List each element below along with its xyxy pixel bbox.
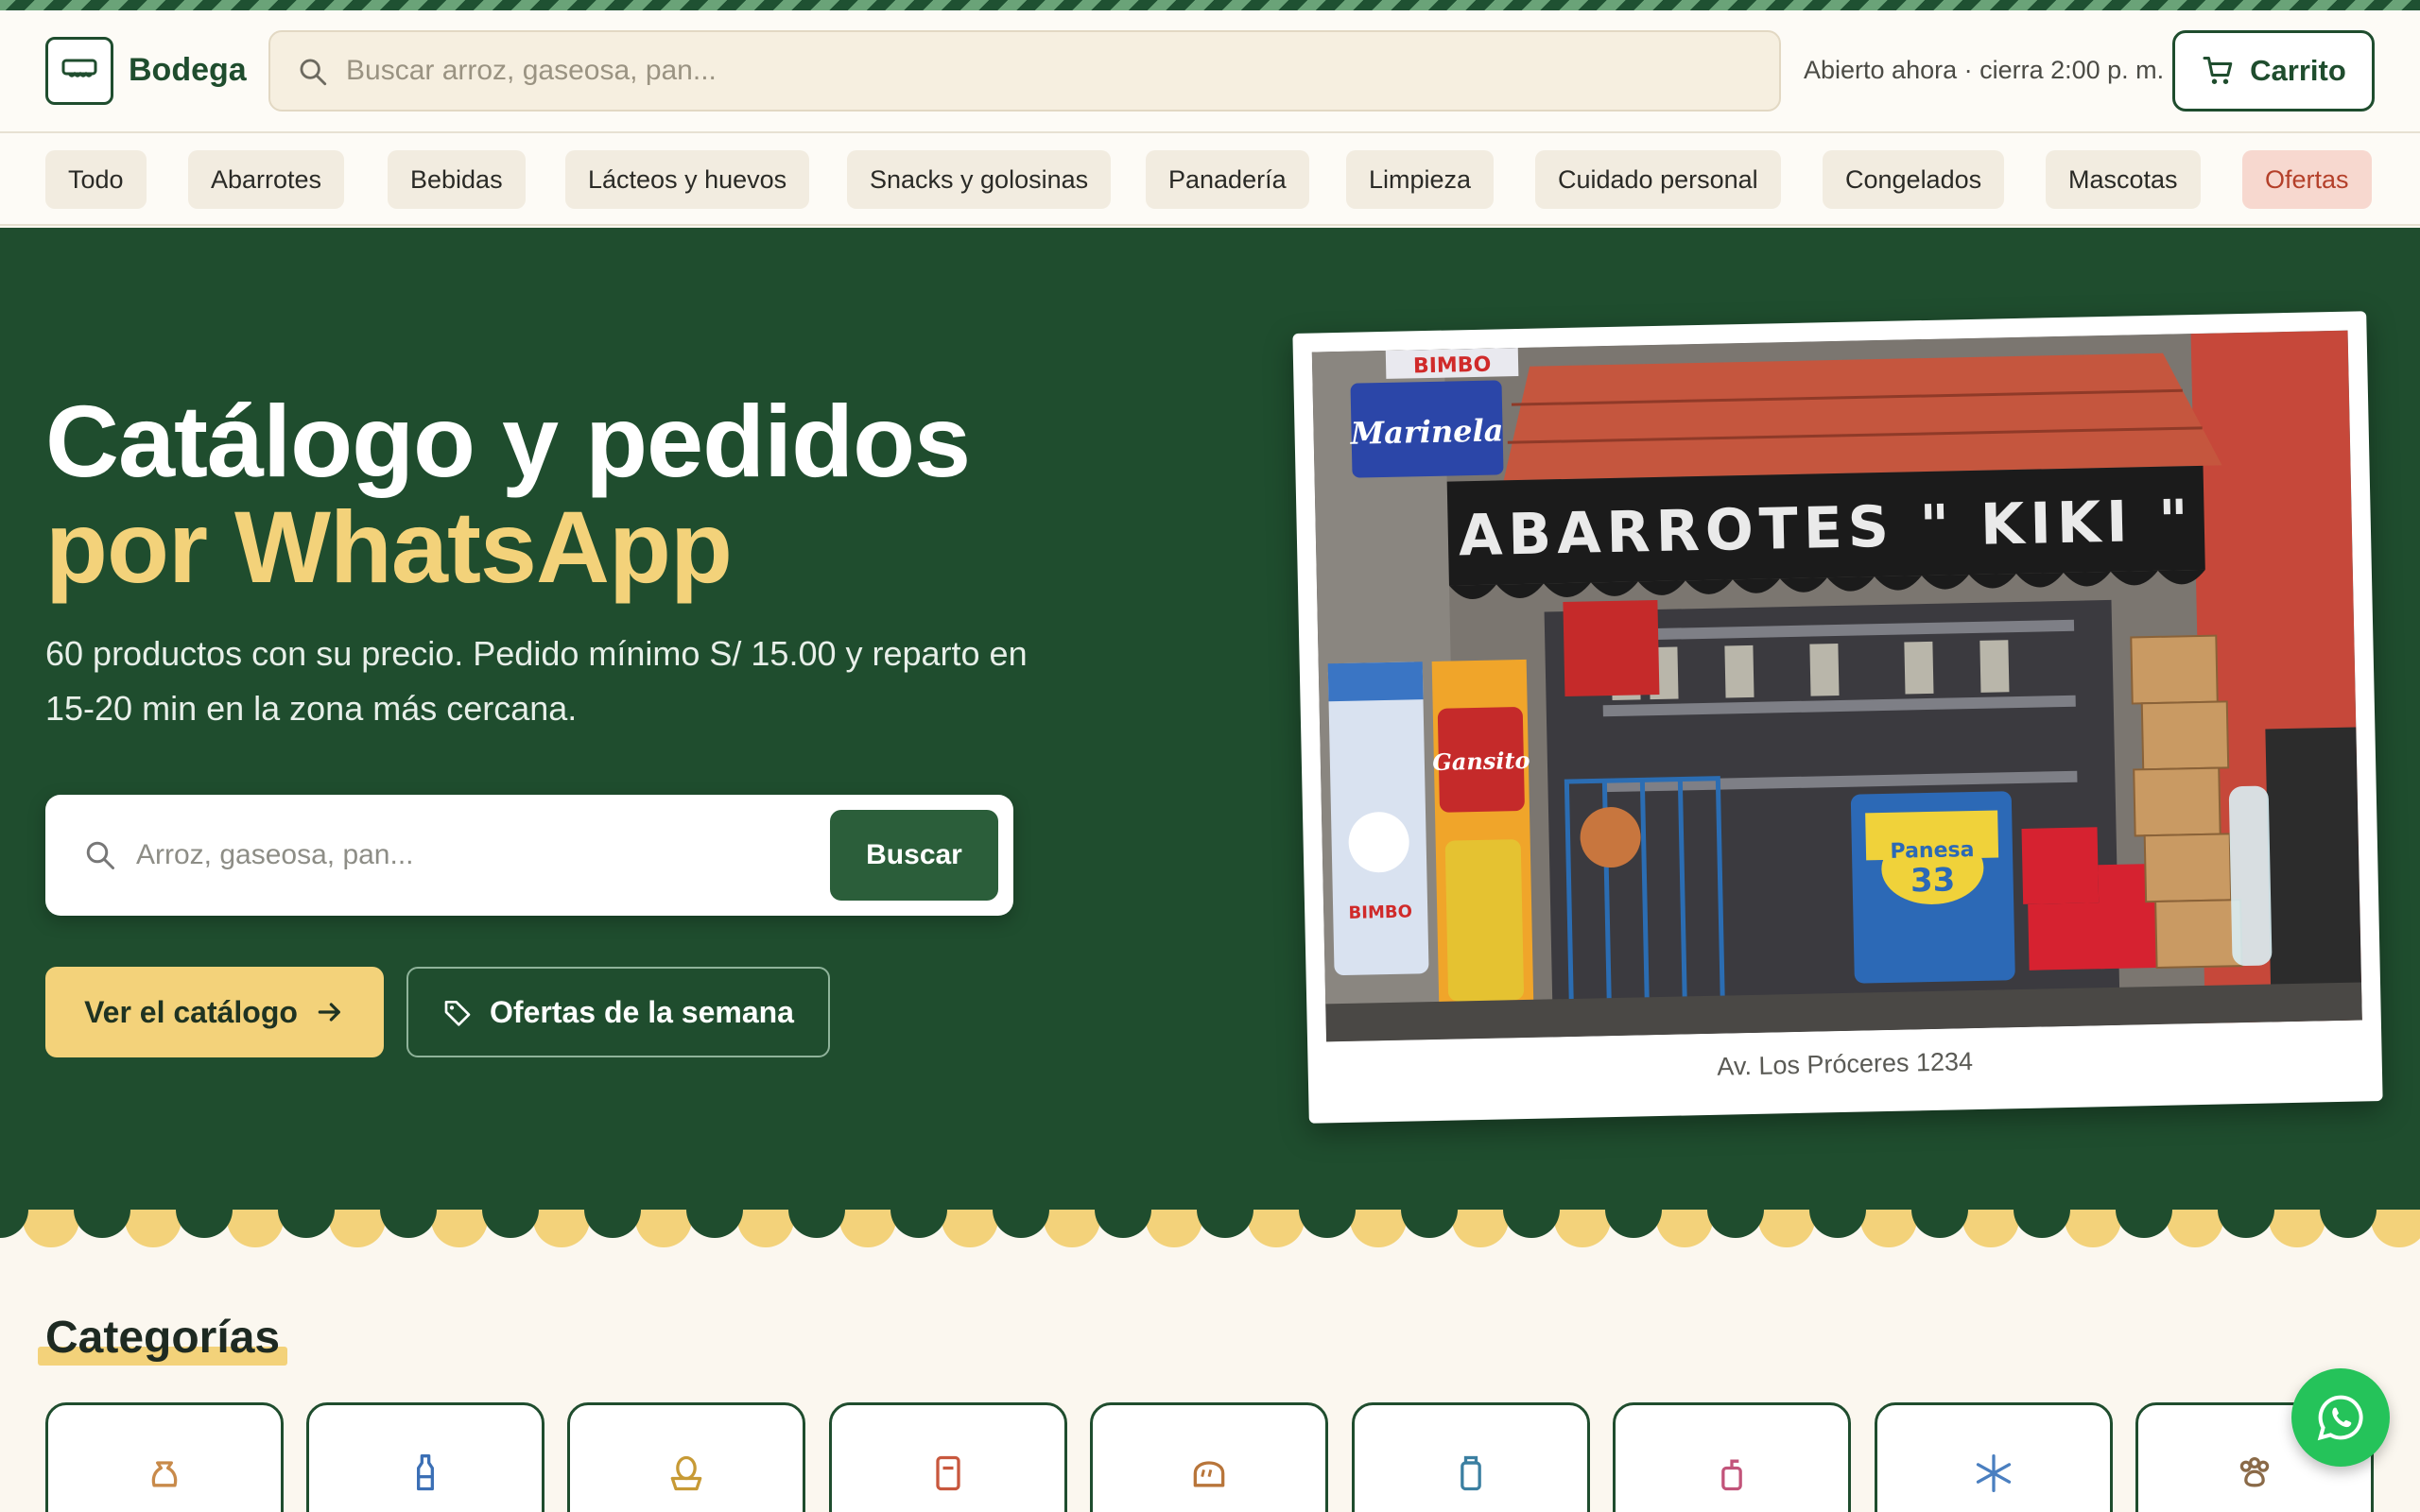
store-photo-card: ABARROTES " KIKI " Panesa 33 BIMBO Marin… xyxy=(1292,311,2383,1124)
hero-title: Catálogo y pedidos por WhatsApp xyxy=(45,388,971,604)
snowflake-icon xyxy=(1976,1454,2012,1492)
hero-title-line2: por WhatsApp xyxy=(45,490,733,604)
header-search[interactable] xyxy=(268,30,1781,112)
soap-dispenser-icon xyxy=(1721,1459,1742,1491)
hero-search[interactable]: Buscar xyxy=(45,795,1013,916)
site-header: Bodega Abierto ahora · cierra 2:00 p. m.… xyxy=(0,10,2420,133)
cart-label: Carrito xyxy=(2250,54,2346,87)
whatsapp-icon xyxy=(2317,1395,2363,1441)
sign-panesa-number: 33 xyxy=(1910,861,1956,900)
paw-icon xyxy=(2239,1456,2270,1487)
store-status: Abierto ahora · cierra 2:00 p. m. xyxy=(1804,56,2165,84)
whatsapp-circle[interactable] xyxy=(2291,1368,2390,1467)
hero-search-button[interactable]: Buscar xyxy=(830,810,998,901)
category-card-abarrotes[interactable] xyxy=(45,1402,284,1512)
tag-icon xyxy=(444,1001,471,1026)
weekly-offers-button[interactable]: Ofertas de la semana xyxy=(406,967,830,1057)
category-card-snacks[interactable] xyxy=(829,1402,1067,1512)
category-card-panaderia[interactable] xyxy=(1090,1402,1328,1512)
sign-bimbo-bag: BIMBO xyxy=(1348,902,1412,922)
hero-section: Catálogo y pedidos por WhatsApp 60 produ… xyxy=(0,228,2420,1220)
storefront-icon xyxy=(61,59,97,77)
nav-item-abarrotes[interactable]: Abarrotes xyxy=(188,150,345,209)
detergent-icon xyxy=(1461,1455,1481,1491)
category-card-cuidado-personal[interactable] xyxy=(1613,1402,1851,1512)
nav-item-snacks[interactable]: Snacks y golosinas xyxy=(847,150,1112,209)
category-nav: Todo Abarrotes Bebidas Lácteos y huevos … xyxy=(0,133,2420,226)
sack-icon xyxy=(151,1461,178,1487)
nav-item-bebidas[interactable]: Bebidas xyxy=(388,150,526,209)
nav-item-cuidado-personal[interactable]: Cuidado personal xyxy=(1535,150,1781,209)
hero-title-line1: Catálogo y pedidos xyxy=(45,384,971,498)
photo-caption: Av. Los Próceres 1234 xyxy=(1717,1047,1974,1081)
storefront-illustration: ABARROTES " KIKI " Panesa 33 BIMBO Marin… xyxy=(1311,330,2362,1042)
nav-item-todo[interactable]: Todo xyxy=(45,150,147,209)
view-catalog-button[interactable]: Ver el catálogo xyxy=(45,967,384,1057)
header-search-input[interactable] xyxy=(346,32,1764,110)
sign-gansito: Gansito xyxy=(1432,747,1530,776)
sign-marinela: Marinela xyxy=(1349,412,1503,451)
hero-search-input[interactable] xyxy=(136,817,855,893)
sign-bimbo-top: BIMBO xyxy=(1413,353,1492,379)
sign-panesa: Panesa xyxy=(1890,838,1974,864)
bread-icon xyxy=(1193,1461,1225,1487)
hero-subtitle: 60 productos con su precio. Pedido mínim… xyxy=(45,634,1028,728)
search-icon xyxy=(300,59,327,86)
category-card-limpieza[interactable] xyxy=(1352,1402,1590,1512)
nav-item-lacteos[interactable]: Lácteos y huevos xyxy=(565,150,810,209)
snack-jar-icon xyxy=(936,1455,960,1491)
arrow-right-icon xyxy=(318,1003,340,1022)
bottle-icon xyxy=(417,1454,434,1491)
cart-icon xyxy=(2203,57,2233,84)
egg-icon xyxy=(670,1455,702,1491)
cart-button[interactable]: Carrito xyxy=(2172,30,2375,112)
view-catalog-label: Ver el catálogo xyxy=(84,994,298,1029)
store-photo: ABARROTES " KIKI " Panesa 33 BIMBO Marin… xyxy=(1311,330,2362,1042)
category-card-lacteos[interactable] xyxy=(567,1402,805,1512)
search-icon xyxy=(86,841,114,869)
store-logo[interactable] xyxy=(45,37,113,105)
whatsapp-floating-button[interactable] xyxy=(2291,1368,2420,1467)
nav-item-panaderia[interactable]: Panadería xyxy=(1146,150,1309,209)
nav-item-mascotas[interactable]: Mascotas xyxy=(2046,150,2201,209)
nav-item-congelados[interactable]: Congelados xyxy=(1823,150,2005,209)
category-card-bebidas[interactable] xyxy=(306,1402,544,1512)
category-card-congelados[interactable] xyxy=(1875,1402,2113,1512)
scalloped-divider xyxy=(0,1210,2420,1266)
weekly-offers-label: Ofertas de la semana xyxy=(490,994,794,1029)
nav-item-limpieza[interactable]: Limpieza xyxy=(1346,150,1495,209)
brand-name[interactable]: Bodega xyxy=(129,52,247,89)
top-stripe xyxy=(0,0,2420,10)
nav-item-ofertas[interactable]: Ofertas xyxy=(2242,150,2372,209)
categories-title: Categorías xyxy=(45,1313,281,1363)
